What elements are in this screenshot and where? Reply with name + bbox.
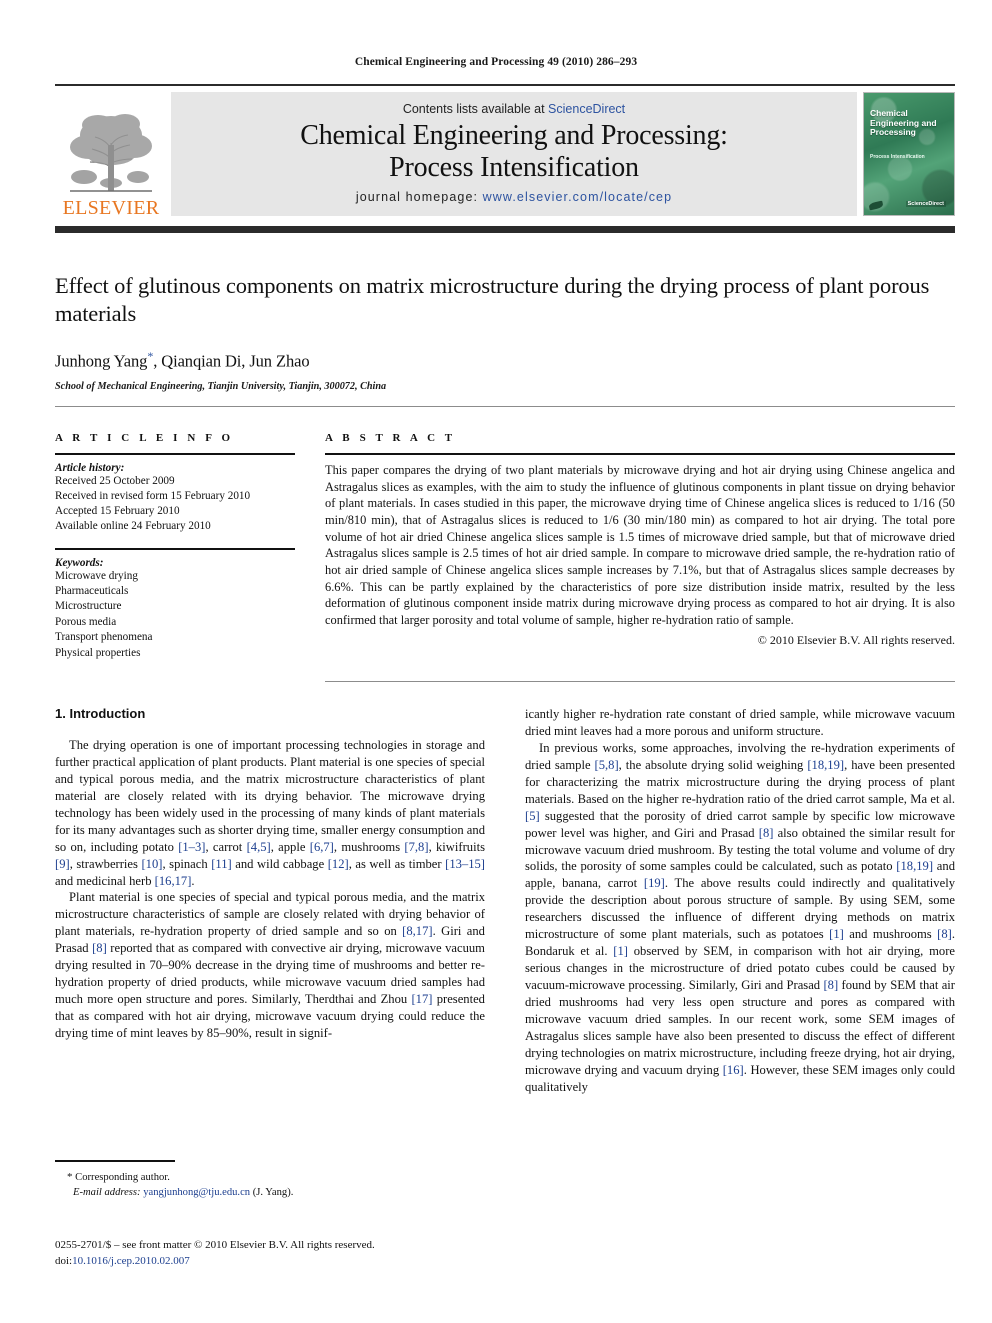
journal-title-line1: Chemical Engineering and Processing: [300, 119, 728, 151]
author-first: Junhong Yang [55, 351, 148, 371]
email-owner: (J. Yang). [252, 1186, 294, 1198]
author-rest: , Qianqian Di, Jun Zhao [153, 351, 310, 371]
email-label: E-mail address: [73, 1186, 141, 1198]
keyword-item: Microstructure [55, 600, 122, 613]
email-note: E-mail address: yangjunhong@tju.edu.cn (… [55, 1186, 485, 1201]
issn-copyright-line: 0255-2701/$ – see front matter © 2010 El… [55, 1239, 375, 1251]
masthead-center-panel: Contents lists available at ScienceDirec… [171, 92, 857, 216]
journal-homepage-link[interactable]: www.elsevier.com/locate/cep [483, 190, 673, 204]
abstract-rule [325, 453, 955, 455]
footnote-divider [55, 1160, 175, 1162]
doi-label: doi: [55, 1254, 73, 1267]
keywords-group: Keywords: Microwave drying Pharmaceutica… [55, 557, 295, 662]
abstract-bottom-divider [325, 681, 955, 682]
affiliation: School of Mechanical Engineering, Tianji… [55, 381, 387, 393]
keyword-item: Transport phenomena [55, 631, 153, 644]
copyright-line: © 2010 Elsevier B.V. All rights reserved… [757, 632, 955, 647]
corresponding-author-text: Corresponding author. [75, 1172, 170, 1183]
journal-masthead: ELSEVIER Contents lists available at Sci… [55, 84, 955, 220]
doi-line: doi:10.1016/j.cep.2010.02.007 [55, 1254, 485, 1270]
journal-title: Chemical Engineering and Processing: Pro… [300, 119, 728, 184]
keyword-item: Pharmaceuticals [55, 585, 129, 598]
asterisk-icon: * [67, 1171, 73, 1183]
keyword-item: Physical properties [55, 646, 141, 659]
abstract-text: This paper compares the drying of two pl… [325, 463, 955, 628]
history-item-accepted: Accepted 15 February 2010 [55, 504, 180, 517]
masthead-bottom-bar [55, 226, 955, 233]
elsevier-logo: ELSEVIER [55, 90, 167, 220]
keywords-rule [55, 547, 295, 550]
corresponding-author-note: * Corresponding author. [55, 1170, 485, 1186]
section-heading-introduction: 1. Introduction [55, 706, 146, 721]
body-columns: 1. Introduction The drying operation is … [55, 706, 955, 1096]
elsevier-wordmark: ELSEVIER [62, 197, 160, 219]
imprint-block: 0255-2701/$ – see front matter © 2010 El… [55, 1238, 485, 1270]
homepage-prefix: journal homepage: [355, 190, 483, 205]
contents-available-line: Contents lists available at ScienceDirec… [403, 102, 625, 116]
cover-title-text: Chemical Engineering and Processing [870, 108, 937, 138]
abstract-heading: A B S T R A C T [325, 432, 456, 444]
history-item-received: Received 25 October 2009 [55, 475, 175, 487]
title-divider [55, 406, 955, 407]
body-column-left: 1. Introduction The drying operation is … [55, 706, 485, 1096]
author-list: Junhong Yang*, Qianqian Di, Jun Zhao [55, 349, 935, 372]
journal-cover-thumbnail: Chemical Engineering and Processing Proc… [863, 92, 955, 216]
article-page: Chemical Engineering and Processing 49 (… [0, 0, 992, 1323]
body-paragraph: Plant material is one species of special… [55, 890, 485, 1040]
keywords-label: Keywords: [55, 556, 104, 569]
article-info-heading: A R T I C L E I N F O [55, 432, 234, 444]
keyword-item: Microwave drying [55, 569, 138, 582]
body-paragraph: icantly higher re-hydration rate constan… [525, 707, 955, 738]
journal-title-line2: Process Intensification [389, 151, 639, 183]
article-info-column: A R T I C L E I N F O Article history: R… [55, 432, 295, 661]
email-link[interactable]: yangjunhong@tju.edu.cn [143, 1187, 250, 1198]
doi-link[interactable]: 10.1016/j.cep.2010.02.007 [72, 1255, 190, 1267]
body-paragraph: In previous works, some approaches, invo… [525, 740, 956, 1094]
article-history-label: Article history: [55, 462, 125, 474]
article-info-rule [55, 453, 295, 455]
journal-homepage-line: journal homepage: www.elsevier.com/locat… [356, 190, 672, 204]
history-item-revised: Received in revised form 15 February 201… [55, 489, 251, 502]
article-history-group: Article history: Received 25 October 200… [55, 462, 295, 534]
body-column-right: icantly higher re-hydration rate constan… [525, 706, 955, 1096]
page-title: Effect of glutinous components on matrix… [55, 273, 930, 327]
elsevier-tree-icon [70, 114, 152, 192]
abstract-column: A B S T R A C T This paper compares the … [325, 432, 955, 648]
contents-prefix: Contents lists available at [402, 101, 549, 116]
cover-subtitle-text: Process Intensification [870, 154, 925, 160]
history-item-online: Available online 24 February 2010 [55, 519, 211, 532]
cover-sciencedirect-badge: ScienceDirect [905, 201, 946, 207]
footnote-block: * Corresponding author. E-mail address: … [55, 1170, 485, 1201]
title-block: Effect of glutinous components on matrix… [55, 272, 935, 392]
body-paragraph: The drying operation is one of important… [55, 738, 485, 888]
keyword-item: Porous media [55, 615, 117, 628]
sciencedirect-link[interactable]: ScienceDirect [548, 102, 625, 116]
running-head: Chemical Engineering and Processing 49 (… [354, 56, 638, 68]
